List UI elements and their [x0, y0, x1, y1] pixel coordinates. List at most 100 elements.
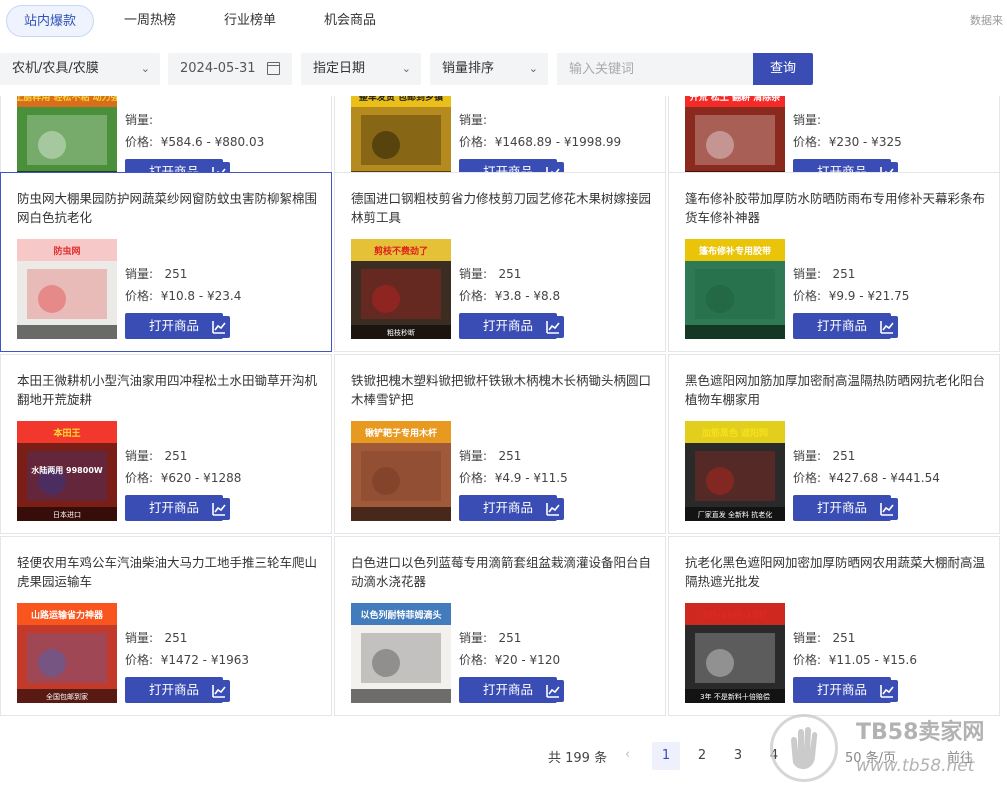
- sales-label: 销量:: [125, 267, 154, 281]
- price-row: 价格: ¥10.8 - ¥23.4: [125, 287, 241, 304]
- price-label: 价格:: [459, 289, 488, 303]
- product-card[interactable]: 轻便农用车鸡公车汽油柴油大马力工地手推三轮车爬山虎果园运输车山路运输省力神器 全国…: [0, 536, 332, 716]
- prev-page-icon[interactable]: ‹: [625, 747, 630, 762]
- trend-chart-icon[interactable]: [542, 316, 564, 338]
- sales-label: 销量:: [459, 267, 488, 281]
- tab-weekly-hot[interactable]: 一周热榜: [110, 5, 190, 37]
- page-3-button[interactable]: 3: [724, 742, 752, 770]
- price-value: ¥1468.89 - ¥1998.99: [494, 135, 622, 149]
- sales-label: 销量:: [793, 631, 822, 645]
- trend-chart-icon[interactable]: [876, 316, 898, 338]
- price-value: ¥20 - ¥120: [494, 653, 561, 667]
- product-title[interactable]: 抗老化黑色遮阳网加密加厚防晒网农用蔬菜大棚耐高温隔热遮光批发: [685, 553, 987, 591]
- sales-value: 251: [498, 449, 522, 463]
- product-title[interactable]: 德国进口钢粗枝剪省力修枝剪刀园艺修花木果树嫁接园林剪工具: [351, 189, 653, 227]
- sales-label: 销量:: [125, 449, 154, 463]
- trend-chart-icon[interactable]: [876, 498, 898, 520]
- price-row: 价格: ¥620 - ¥1288: [125, 469, 241, 486]
- product-card[interactable]: 黑色遮阳网加筋加厚加密耐高温隔热防晒网抗老化阳台植物车棚家用加筋黑色 遮阳网 厂家…: [668, 354, 1000, 534]
- price-row: 价格: ¥230 - ¥325: [793, 133, 902, 150]
- sales-value: 251: [164, 631, 188, 645]
- product-grid: 粘土厨样用 轻松不粘 动力强劲销量: 价格: ¥584.6 - ¥880.03打…: [0, 96, 1003, 718]
- thumb-caption-secondary: 日本进口: [53, 510, 81, 519]
- watermark-brand: TB58卖家网: [856, 720, 985, 745]
- thumb-caption: 剪枝不费劲了: [374, 245, 428, 257]
- sales-label: 销量:: [125, 631, 154, 645]
- product-title[interactable]: 白色进口以色列蓝莓专用滴箭套组盆栽滴灌设备阳台自动滴水浇花器: [351, 553, 653, 591]
- thumb-caption-secondary: 3年 不是新料十倍赔偿: [700, 692, 770, 701]
- sales-row: 销量: 251: [459, 447, 521, 464]
- price-row: 价格: ¥1472 - ¥1963: [125, 651, 249, 668]
- trend-chart-icon[interactable]: [208, 316, 230, 338]
- price-value: ¥620 - ¥1288: [160, 471, 242, 485]
- product-thumbnail[interactable]: 山路运输省力神器 全国包邮到家: [17, 603, 117, 703]
- product-thumbnail[interactable]: 加筋黑色 遮阳网 厂家直发 全新料 抗老化: [685, 421, 785, 521]
- product-card[interactable]: 防虫网大棚果园防护网蔬菜纱网窗防蚊虫害防柳絮棉围网白色抗老化 防虫网 销量: 251…: [0, 172, 332, 352]
- trend-chart-icon[interactable]: [208, 680, 230, 702]
- product-thumbnail[interactable]: 本田王 日本进口 水陆两用 99800W: [17, 421, 117, 521]
- product-title[interactable]: 铁锨把槐木塑料锨把锨杆铁锹木柄槐木长柄锄头柄圆口木棒雪铲把: [351, 371, 653, 409]
- trend-chart-icon[interactable]: [542, 498, 564, 520]
- watermark-url: www.tb58.net: [856, 756, 975, 776]
- sales-label: 销量:: [459, 449, 488, 463]
- date-mode-select[interactable]: 指定日期 ⌄: [301, 53, 421, 85]
- chevron-down-icon: ⌄: [140, 62, 150, 75]
- tab-opportunity[interactable]: 机会商品: [310, 5, 390, 37]
- sales-row: 销量:: [459, 111, 499, 128]
- product-thumbnail[interactable]: 篷布修补专用胶带: [685, 239, 785, 339]
- tab-industry-rank[interactable]: 行业榜单: [210, 5, 290, 37]
- product-title[interactable]: 黑色遮阳网加筋加厚加密耐高温隔热防晒网抗老化阳台植物车棚家用: [685, 371, 987, 409]
- product-title[interactable]: 防虫网大棚果园防护网蔬菜纱网窗防蚊虫害防柳絮棉围网白色抗老化: [17, 189, 319, 227]
- page-2-button[interactable]: 2: [688, 742, 716, 770]
- category-select[interactable]: 农机/农具/农膜 ⌄: [0, 53, 160, 85]
- price-label: 价格:: [125, 471, 154, 485]
- thumb-caption-secondary: 粗枝秒断: [387, 328, 415, 337]
- price-row: 价格: ¥9.9 - ¥21.75: [793, 287, 909, 304]
- product-title[interactable]: 篷布修补胶带加厚防水防晒防雨布专用修补天幕彩条布货车修补神器: [685, 189, 987, 227]
- query-button[interactable]: 查询: [753, 53, 813, 85]
- sales-row: 销量:: [125, 111, 165, 128]
- chevron-down-icon: ⌄: [528, 62, 538, 75]
- product-card[interactable]: 篷布修补胶带加厚防水防晒防雨布专用修补天幕彩条布货车修补神器篷布修补专用胶带销量…: [668, 172, 1000, 352]
- watermark: TB58卖家网 www.tb58.net: [770, 710, 1007, 786]
- thumb-caption: 以色列耐特菲姆滴头: [360, 609, 441, 621]
- sales-row: 销量: 251: [125, 447, 187, 464]
- price-row: 价格: ¥1468.89 - ¥1998.99: [459, 133, 621, 150]
- product-thumbnail[interactable]: 8针/10针/12针 3年 不是新料十倍赔偿: [685, 603, 785, 703]
- product-card[interactable]: 铁锨把槐木塑料锨把锨杆铁锹木柄槐木长柄锄头柄圆口木棒雪铲把锹铲耙子专用木杆销量:…: [334, 354, 666, 534]
- price-value: ¥1472 - ¥1963: [160, 653, 249, 667]
- thumb-caption-secondary: 全国包邮到家: [46, 692, 88, 701]
- product-thumbnail[interactable]: 防虫网: [17, 239, 117, 339]
- product-card[interactable]: 白色进口以色列蓝莓专用滴箭套组盆栽滴灌设备阳台自动滴水浇花器 以色列耐特菲姆滴头销…: [334, 536, 666, 716]
- product-card[interactable]: 抗老化黑色遮阳网加密加厚防晒网农用蔬菜大棚耐高温隔热遮光批发 8针/10针/12针…: [668, 536, 1000, 716]
- price-value: ¥11.05 - ¥15.6: [828, 653, 917, 667]
- tab-hot-in-site[interactable]: 站内爆款: [6, 5, 94, 37]
- product-thumbnail[interactable]: 锹铲耙子专用木杆: [351, 421, 451, 521]
- trend-chart-icon[interactable]: [542, 680, 564, 702]
- keyword-input[interactable]: [557, 53, 753, 85]
- price-value: ¥427.68 - ¥441.54: [828, 471, 940, 485]
- date-picker[interactable]: 2024-05-31: [168, 53, 292, 85]
- price-row: 价格: ¥4.9 - ¥11.5: [459, 469, 568, 486]
- trend-chart-icon[interactable]: [208, 498, 230, 520]
- product-card[interactable]: 德国进口钢粗枝剪省力修枝剪刀园艺修花木果树嫁接园林剪工具 剪枝不费劲了 粗枝秒断 销量…: [334, 172, 666, 352]
- trend-chart-icon[interactable]: [876, 680, 898, 702]
- product-thumbnail[interactable]: 剪枝不费劲了 粗枝秒断: [351, 239, 451, 339]
- sort-value: 销量排序: [442, 61, 495, 76]
- sales-label: 销量:: [793, 267, 822, 281]
- thumb-caption: 篷布修补专用胶带: [699, 245, 771, 257]
- total-count: 共 199 条: [548, 751, 608, 766]
- price-value: ¥9.9 - ¥21.75: [828, 289, 910, 303]
- thumb-caption: 锹铲耙子专用木杆: [365, 427, 437, 439]
- product-card[interactable]: 本田王微耕机小型汽油家用四冲程松土水田锄草开沟机翻地开荒旋耕本田王 日本进口 水陆两…: [0, 354, 332, 534]
- product-title[interactable]: 轻便农用车鸡公车汽油柴油大马力工地手推三轮车爬山虎果园运输车: [17, 553, 319, 591]
- sales-row: 销量: 251: [793, 447, 855, 464]
- sales-value: 251: [164, 449, 188, 463]
- page-1-button[interactable]: 1: [652, 742, 680, 770]
- price-label: 价格:: [459, 653, 488, 667]
- product-title[interactable]: 本田王微耕机小型汽油家用四冲程松土水田锄草开沟机翻地开荒旋耕: [17, 371, 319, 409]
- sort-select[interactable]: 销量排序 ⌄: [430, 53, 548, 85]
- product-thumbnail[interactable]: 以色列耐特菲姆滴头: [351, 603, 451, 703]
- sales-value: 251: [832, 631, 856, 645]
- thumb-caption: 加筋黑色 遮阳网: [701, 427, 768, 439]
